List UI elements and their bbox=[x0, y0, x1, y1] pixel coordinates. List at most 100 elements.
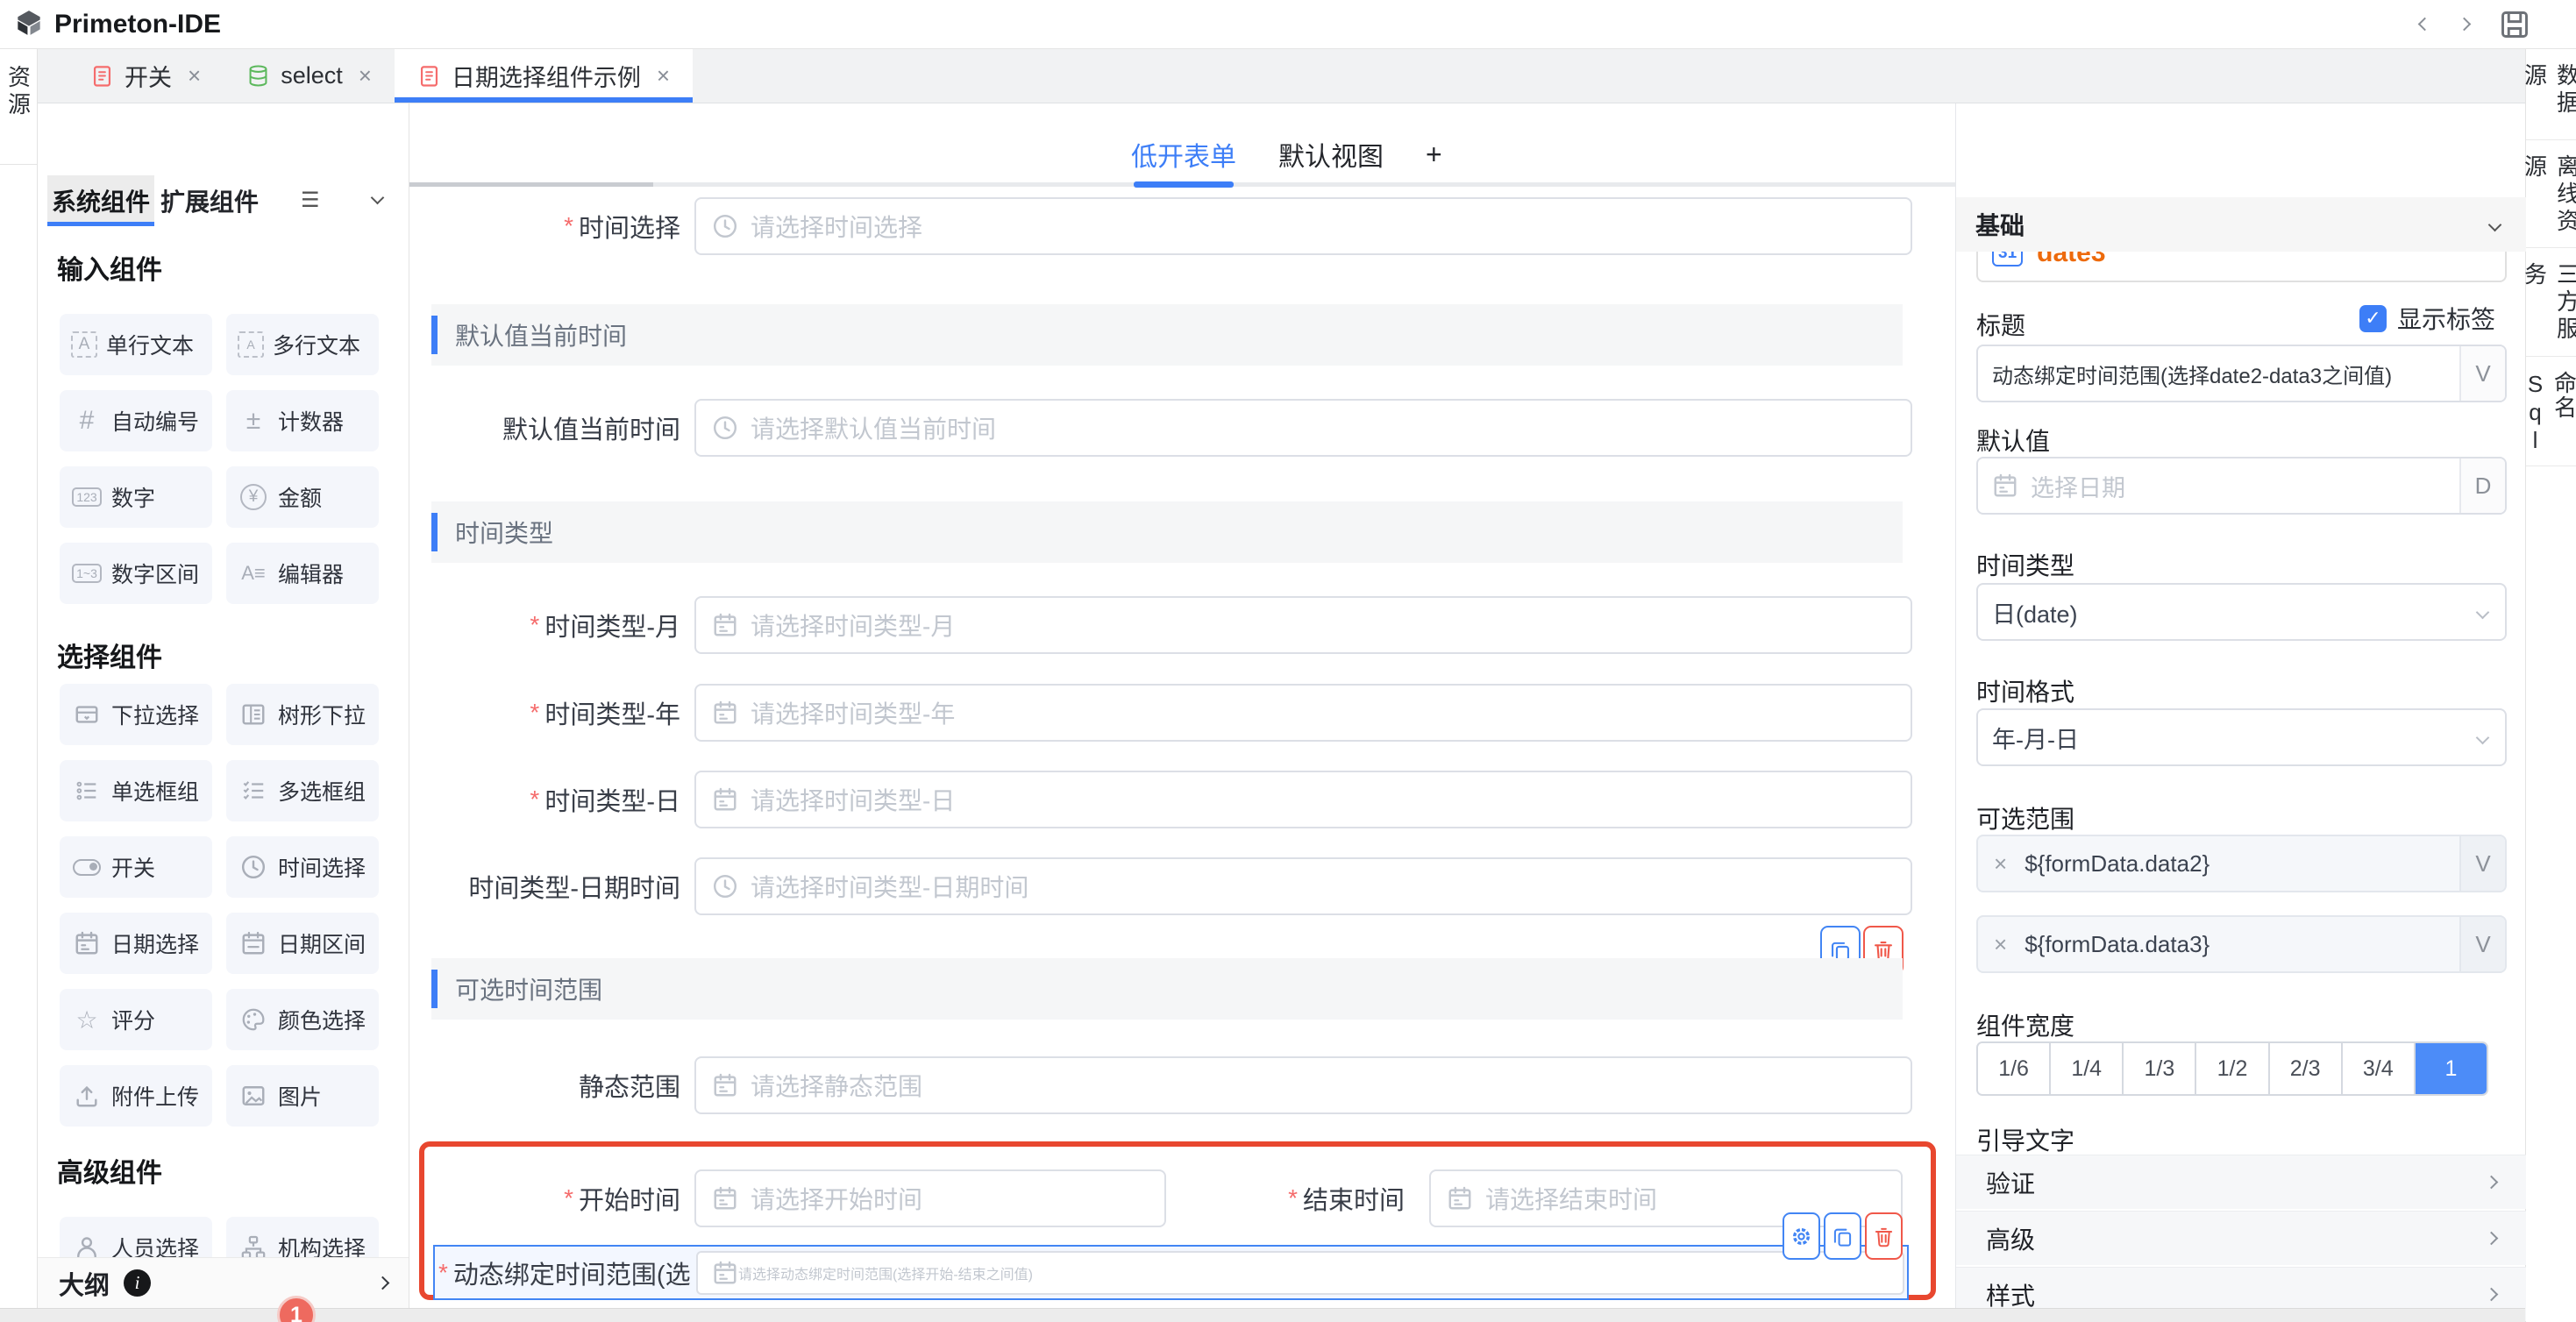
nav-back-icon[interactable] bbox=[2418, 18, 2432, 32]
width-option-2-3[interactable]: 2/3 bbox=[2270, 1043, 2343, 1094]
rail-item-resources[interactable]: 资源 bbox=[0, 49, 37, 165]
form-doc-icon bbox=[417, 64, 441, 88]
field-label: *动态绑定时间范围(选择date2-data3之间值) bbox=[438, 1247, 690, 1298]
checkbox-checked-icon[interactable]: ✓ bbox=[2359, 305, 2387, 332]
palette-item-date-range[interactable]: 日期区间 bbox=[226, 913, 379, 974]
close-icon[interactable]: × bbox=[657, 62, 670, 89]
rail-item-label: 资源 bbox=[3, 65, 35, 164]
palette-item-rating[interactable]: ☆评分 bbox=[60, 989, 212, 1050]
time-picker-field[interactable]: 请选择时间选择 bbox=[694, 197, 1912, 255]
palette-item-counter[interactable]: ±计数器 bbox=[226, 390, 379, 451]
close-icon[interactable]: × bbox=[188, 62, 201, 89]
hash-icon: # bbox=[71, 406, 103, 436]
dynamic-range-field[interactable]: 请选择动态绑定时间范围(选择开始-结束之间值) bbox=[696, 1251, 1904, 1295]
form-doc-icon bbox=[90, 64, 114, 88]
file-tab-switch[interactable]: 开关 × bbox=[68, 49, 224, 103]
selected-field-dynamic-range[interactable]: *动态绑定时间范围(选择date2-data3之间值) 请选择动态绑定时间范围(… bbox=[433, 1245, 1909, 1300]
clock-icon bbox=[712, 213, 738, 239]
info-icon[interactable]: i bbox=[124, 1269, 151, 1297]
section-validation[interactable]: 验证 bbox=[1956, 1155, 2526, 1209]
palette-item-single-text[interactable]: A单行文本 bbox=[60, 314, 212, 375]
rail-item-thirdparty-services[interactable]: 三方服务 bbox=[2526, 248, 2576, 357]
default-time-field[interactable]: 请选择默认值当前时间 bbox=[694, 399, 1912, 457]
palette-item-editor[interactable]: A≡编辑器 bbox=[226, 543, 379, 604]
palette-menu-icon[interactable]: ☰ bbox=[301, 188, 320, 213]
field-settings-button[interactable] bbox=[1783, 1212, 1820, 1260]
type-month-field[interactable]: 请选择时间类型-月 bbox=[694, 596, 1912, 654]
palette-tab-extended[interactable]: 扩展组件 bbox=[160, 175, 259, 226]
clear-icon[interactable]: × bbox=[1994, 850, 2007, 878]
variable-suffix-button[interactable]: V bbox=[2459, 917, 2505, 971]
app-title: Primeton-IDE bbox=[54, 10, 221, 39]
palette-item-number[interactable]: 123数字 bbox=[60, 466, 212, 528]
bottom-scrollbar-strip[interactable] bbox=[0, 1308, 2525, 1322]
variable-suffix-button[interactable]: V bbox=[2459, 836, 2505, 891]
variable-suffix-button[interactable]: V bbox=[2459, 346, 2505, 401]
inspector-header-basic[interactable]: 基础 bbox=[1956, 197, 2526, 252]
palette-item-time-picker[interactable]: 时间选择 bbox=[226, 836, 379, 898]
time-format-select[interactable]: 年-月-日 bbox=[1976, 708, 2507, 766]
palette-item-label: 自动编号 bbox=[111, 405, 199, 437]
width-option-1-3[interactable]: 1/3 bbox=[2124, 1043, 2196, 1094]
palette-item-image[interactable]: 图片 bbox=[226, 1065, 379, 1127]
close-icon[interactable]: × bbox=[359, 62, 372, 89]
dynamic-suffix-button[interactable]: D bbox=[2459, 458, 2505, 513]
palette-item-dropdown[interactable]: 下拉选择 bbox=[60, 684, 212, 745]
palette-item-radio-group[interactable]: 单选框组 bbox=[60, 760, 212, 821]
clear-icon[interactable]: × bbox=[1994, 931, 2007, 958]
palette-item-tree-dropdown[interactable]: 树形下拉 bbox=[226, 684, 379, 745]
palette-item-label: 数字区间 bbox=[111, 558, 199, 589]
rail-item-named-sql[interactable]: 命名Sql bbox=[2526, 357, 2576, 466]
palette-item-color-picker[interactable]: 颜色选择 bbox=[226, 989, 379, 1050]
range-min-input[interactable]: × ${formData.data2} V bbox=[1976, 835, 2507, 892]
rail-item-offline-resources[interactable]: 离线资源 bbox=[2526, 140, 2576, 248]
file-tab-select[interactable]: select × bbox=[224, 49, 395, 103]
section-advanced[interactable]: 高级 bbox=[1956, 1211, 2526, 1265]
rail-item-datasource[interactable]: 数据源 bbox=[2526, 49, 2576, 140]
time-format-value: 年-月-日 bbox=[1978, 721, 2478, 755]
title-input[interactable]: 动态绑定时间范围(选择date2-data3之间值) V bbox=[1976, 345, 2507, 402]
textarea-icon: A bbox=[238, 331, 264, 358]
palette-item-currency[interactable]: ¥金额 bbox=[226, 466, 379, 528]
palette-item-switch[interactable]: 开关 bbox=[60, 836, 212, 898]
range-max-value: ${formData.data3} bbox=[2007, 931, 2459, 958]
palette-tab-system[interactable]: 系统组件 bbox=[47, 175, 154, 226]
width-option-1-2[interactable]: 1/2 bbox=[2196, 1043, 2269, 1094]
palette-item-date-picker[interactable]: 日期选择 bbox=[60, 913, 212, 974]
type-day-field[interactable]: 请选择时间类型-日 bbox=[694, 771, 1912, 828]
width-option-full[interactable]: 1 bbox=[2416, 1043, 2487, 1094]
width-option-1-6[interactable]: 1/6 bbox=[1978, 1043, 2051, 1094]
start-time-field[interactable]: 请选择开始时间 bbox=[694, 1169, 1166, 1227]
nav-forward-icon[interactable] bbox=[2458, 18, 2472, 32]
field-label: *开始时间 bbox=[409, 1169, 680, 1227]
type-year-field[interactable]: 请选择时间类型-年 bbox=[694, 684, 1912, 742]
file-tab-date-example[interactable]: 日期选择组件示例 × bbox=[395, 49, 693, 103]
required-asterisk: * bbox=[564, 212, 573, 240]
delete-field-button[interactable] bbox=[1865, 1212, 1903, 1260]
calendar-icon bbox=[712, 1185, 738, 1212]
static-range-field[interactable]: 请选择静态范围 bbox=[694, 1056, 1912, 1114]
range-max-input[interactable]: × ${formData.data3} V bbox=[1976, 915, 2507, 973]
rail-item-label: 数据源 bbox=[2519, 63, 2576, 139]
copy-field-button[interactable] bbox=[1824, 1212, 1861, 1260]
palette-item-auto-number[interactable]: # 自动编号 bbox=[60, 390, 212, 451]
save-icon[interactable] bbox=[2499, 9, 2530, 40]
field-label: *时间类型-月 bbox=[409, 596, 680, 654]
palette-item-attachment-upload[interactable]: 附件上传 bbox=[60, 1065, 212, 1127]
palette-item-label: 颜色选择 bbox=[278, 1004, 366, 1035]
palette-item-label: 评分 bbox=[111, 1004, 155, 1035]
width-option-1-4[interactable]: 1/4 bbox=[2051, 1043, 2124, 1094]
type-datetime-field[interactable]: 请选择时间类型-日期时间 bbox=[694, 857, 1912, 915]
chevron-right-icon[interactable] bbox=[376, 1276, 390, 1290]
time-type-select[interactable]: 日(date) bbox=[1976, 583, 2507, 641]
palette-item-checkbox-group[interactable]: 多选框组 bbox=[226, 760, 379, 821]
palette-item-label: 单选框组 bbox=[111, 775, 199, 807]
outline-bar[interactable]: 大纲 i bbox=[38, 1257, 409, 1308]
palette-item-label: 树形下拉 bbox=[278, 699, 366, 730]
default-value-input[interactable]: 选择日期 D bbox=[1976, 457, 2507, 515]
palette-item-number-range[interactable]: 1~3数字区间 bbox=[60, 543, 212, 604]
chevron-down-icon[interactable] bbox=[2488, 217, 2502, 231]
width-option-3-4[interactable]: 3/4 bbox=[2343, 1043, 2416, 1094]
chevron-down-icon[interactable] bbox=[371, 191, 385, 205]
palette-item-multi-text[interactable]: A多行文本 bbox=[226, 314, 379, 375]
